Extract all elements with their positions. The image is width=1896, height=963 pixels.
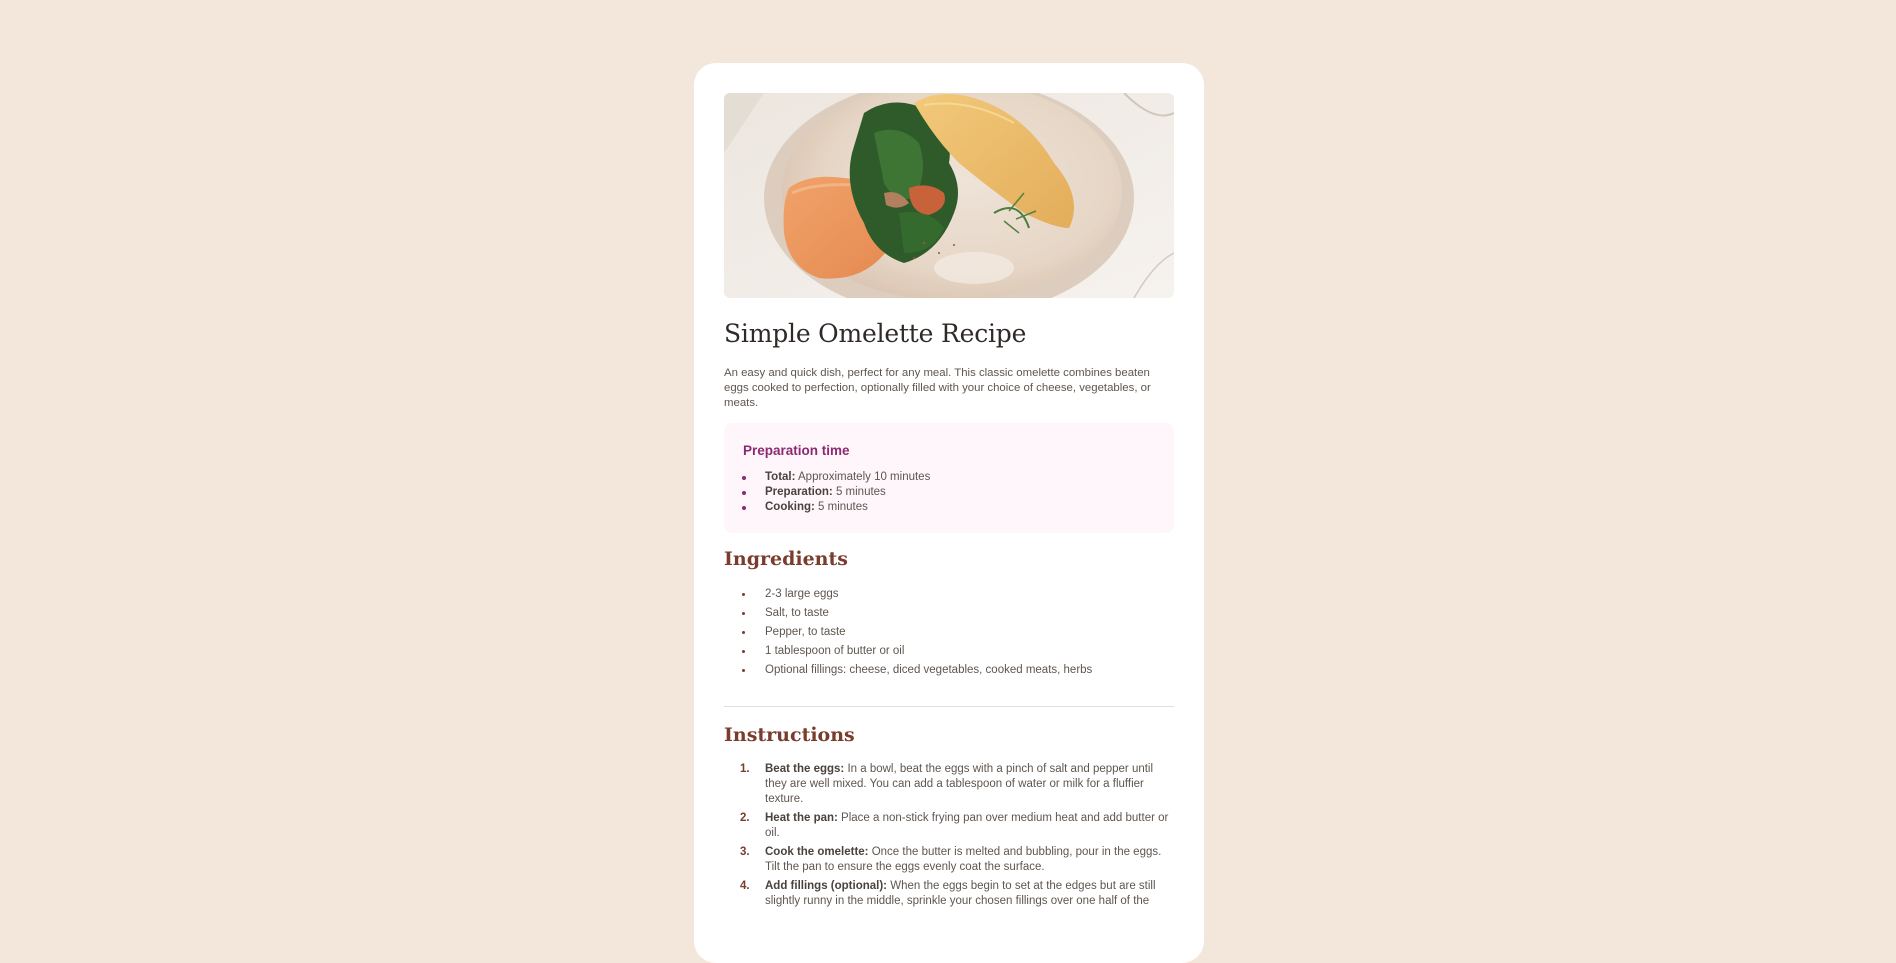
instruction-step: 3. Cook the omelette: Once the butter is … bbox=[724, 845, 1174, 875]
ingredient-item: Optional fillings: cheese, diced vegetab… bbox=[724, 661, 1174, 680]
preparation-time-box: Preparation time Total: Approximately 10… bbox=[724, 422, 1174, 533]
prep-item-label: Cooking: bbox=[765, 500, 815, 513]
instructions-list: 1. Beat the eggs: In a bowl, beat the egg… bbox=[724, 762, 1174, 909]
ingredients-heading: Ingredients bbox=[724, 547, 848, 570]
step-number: 2. bbox=[740, 812, 750, 825]
ingredient-item: Pepper, to taste bbox=[724, 623, 1174, 642]
recipe-description: An easy and quick dish, perfect for any … bbox=[724, 366, 1151, 409]
prep-item-label: Preparation: bbox=[765, 485, 833, 498]
step-label: Beat the eggs: bbox=[765, 763, 845, 776]
step-number: 4. bbox=[740, 880, 750, 893]
instruction-step: 2. Heat the pan: Place a non-stick frying… bbox=[724, 811, 1174, 841]
prep-item-cooking: Cooking: 5 minutes bbox=[742, 500, 1156, 515]
step-label: Heat the pan: bbox=[765, 812, 838, 825]
instruction-step: 4. Add fillings (optional): When the eggs… bbox=[724, 879, 1174, 909]
prep-item-value: 5 minutes bbox=[832, 485, 886, 498]
step-number: 3. bbox=[740, 846, 750, 859]
step-label: Cook the omelette: bbox=[765, 846, 869, 859]
ingredient-item: 2-3 large eggs bbox=[724, 585, 1174, 604]
ingredient-item: 1 tablespoon of butter or oil bbox=[724, 642, 1174, 661]
preparation-time-list: Total: Approximately 10 minutes Preparat… bbox=[742, 470, 1156, 515]
preparation-time-heading: Preparation time bbox=[743, 442, 850, 458]
ingredient-item: Salt, to taste bbox=[724, 604, 1174, 623]
instruction-step: 1. Beat the eggs: In a bowl, beat the egg… bbox=[724, 762, 1174, 807]
prep-item-value: Approximately 10 minutes bbox=[795, 470, 931, 483]
section-divider bbox=[724, 706, 1174, 708]
recipe-title: Simple Omelette Recipe bbox=[724, 319, 1027, 348]
prep-item-preparation: Preparation: 5 minutes bbox=[742, 485, 1156, 500]
omelette-image bbox=[724, 93, 1174, 298]
instructions-heading: Instructions bbox=[724, 724, 855, 747]
recipe-card: Simple Omelette Recipe An easy and quick… bbox=[694, 63, 1204, 963]
ingredients-list: 2-3 large eggs Salt, to taste Pepper, to… bbox=[724, 585, 1174, 680]
prep-item-total: Total: Approximately 10 minutes bbox=[742, 470, 1156, 485]
prep-item-value: 5 minutes bbox=[814, 500, 868, 513]
prep-item-label: Total: bbox=[765, 470, 796, 483]
step-number: 1. bbox=[740, 763, 750, 776]
step-label: Add fillings (optional): bbox=[765, 880, 888, 893]
